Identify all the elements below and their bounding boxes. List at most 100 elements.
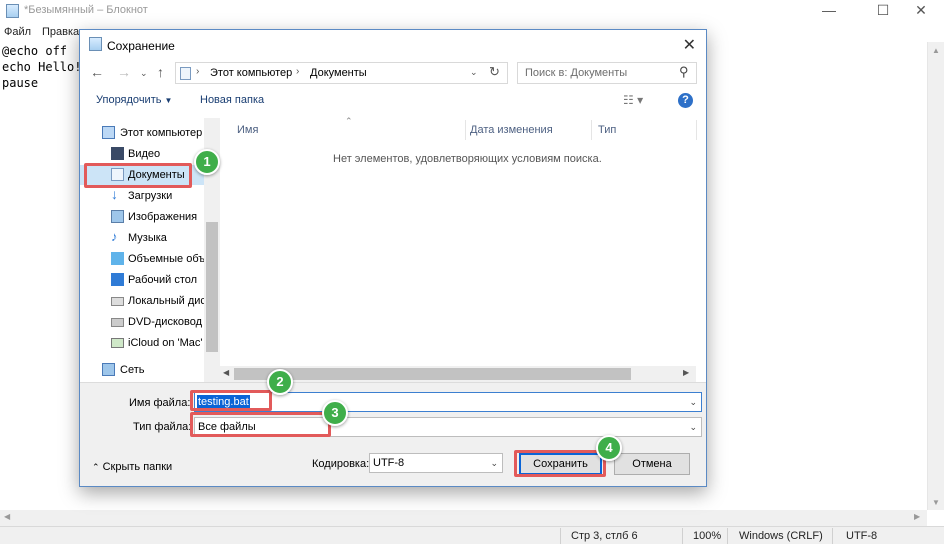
breadcrumb-documents[interactable]: Документы <box>310 67 367 79</box>
sidebar-item-dvd[interactable]: DVD-дисковод ( <box>80 312 204 332</box>
new-folder-button[interactable]: Новая папка <box>200 94 264 106</box>
sidebar-item-this-pc[interactable]: Этот компьютер <box>80 123 204 143</box>
encoding-select[interactable]: UTF-8 ⌄ <box>369 453 503 473</box>
scroll-left-icon[interactable]: ◀ <box>223 368 229 377</box>
chevron-down-icon: ⌄ <box>490 458 498 468</box>
forward-arrow-icon[interactable]: → <box>117 64 131 80</box>
scroll-left-icon[interactable]: ◀ <box>4 512 10 521</box>
column-name[interactable]: Имя <box>237 124 258 136</box>
callout-badge-3: 3 <box>322 400 348 426</box>
status-divider <box>682 528 683 544</box>
sort-ascending-icon: ⌃ <box>345 116 353 126</box>
chevron-down-icon: ⌄ <box>689 422 697 432</box>
sidebar-item-images[interactable]: Изображения <box>80 207 204 227</box>
help-icon[interactable]: ? <box>678 93 693 108</box>
sidebar-item-label: Этот компьютер <box>120 127 203 139</box>
search-input[interactable]: Поиск в: Документы ⚲ <box>517 62 697 84</box>
scrollbar-thumb[interactable] <box>234 368 631 380</box>
document-icon <box>180 67 191 80</box>
computer-icon <box>102 126 115 139</box>
text-line: pause <box>2 76 39 90</box>
sidebar-item-local-disk[interactable]: Локальный дис <box>80 291 204 311</box>
refresh-icon[interactable]: ↻ <box>489 64 500 80</box>
column-divider[interactable] <box>465 120 466 140</box>
status-divider <box>560 528 561 544</box>
sidebar-item-label: Загрузки <box>128 190 173 202</box>
notepad-title-bar: *Безымянный – Блокнот — ☐ ✕ <box>0 0 944 22</box>
status-encoding: UTF-8 <box>846 530 878 542</box>
chevron-down-icon[interactable]: ⌄ <box>689 397 697 408</box>
recent-locations-chevron-icon[interactable]: ⌄ <box>140 68 148 79</box>
sidebar-item-label: Музыка <box>128 232 167 244</box>
encoding-value: UTF-8 <box>373 457 405 469</box>
menu-edit[interactable]: Правка <box>42 26 79 38</box>
chevron-down-icon: ▼ <box>164 96 173 105</box>
cancel-button[interactable]: Отмена <box>614 453 690 475</box>
filetype-label: Тип файла: <box>133 421 192 433</box>
dialog-toolbar: Упорядочить ▼ Новая папка ☷ ▾ ? <box>80 88 706 114</box>
sidebar-item-network[interactable]: Сеть <box>80 360 204 380</box>
video-icon <box>111 147 124 160</box>
notepad-horizontal-scrollbar[interactable]: ◀ ▶ <box>0 510 927 526</box>
filename-label: Имя файла: <box>129 397 191 409</box>
hide-folders-button[interactable]: ⌃ Скрыть папки <box>92 461 172 473</box>
search-placeholder: Поиск в: Документы <box>525 67 628 79</box>
sidebar-item-label: Видео <box>128 148 161 160</box>
scroll-down-icon[interactable]: ▼ <box>932 498 940 507</box>
column-divider[interactable] <box>591 120 592 140</box>
sidebar-item-label: DVD-дисковод ( <box>128 316 204 328</box>
status-line-ending: Windows (CRLF) <box>739 530 823 542</box>
file-list: ⌃ Имя Дата изменения Тип Нет элементов, … <box>220 116 706 382</box>
highlight-filetype <box>190 412 331 437</box>
column-date-modified[interactable]: Дата изменения <box>470 124 553 136</box>
up-arrow-icon[interactable]: ↑ <box>157 64 164 80</box>
sidebar-item-icloud[interactable]: iCloud on 'Mac' <box>80 333 204 353</box>
sidebar-item-video[interactable]: Видео <box>80 144 204 164</box>
network-icon <box>102 363 115 376</box>
text-line: @echo off <box>2 44 68 58</box>
notepad-status-bar: Стр 3, стлб 6 100% Windows (CRLF) UTF-8 <box>0 526 944 544</box>
cube-icon <box>111 252 124 265</box>
callout-badge-2: 2 <box>267 369 293 395</box>
close-window-button[interactable]: ✕ <box>898 0 944 22</box>
notepad-vertical-scrollbar[interactable]: ▲ ▼ <box>927 42 944 510</box>
sidebar-item-desktop[interactable]: Рабочий стол <box>80 270 204 290</box>
column-type[interactable]: Тип <box>598 124 616 136</box>
sidebar-item-music[interactable]: ♪ Музыка <box>80 228 204 248</box>
notepad-icon <box>89 37 102 51</box>
scroll-right-icon[interactable]: ▶ <box>914 512 920 521</box>
image-icon <box>111 210 124 223</box>
minimize-button[interactable]: — <box>806 0 852 22</box>
callout-badge-1: 1 <box>194 149 220 175</box>
dialog-title: Сохранение <box>107 39 175 53</box>
view-options-icon[interactable]: ☷ ▾ <box>623 93 643 107</box>
dialog-close-button[interactable]: ✕ <box>683 35 696 55</box>
notepad-text-area[interactable]: @echo off echo Hello! pause <box>2 43 81 91</box>
scrollbar-thumb[interactable] <box>206 222 218 352</box>
chevron-down-icon[interactable]: ⌄ <box>470 67 478 78</box>
sidebar-item-label: Объемные объ <box>128 253 204 265</box>
sidebar-item-label: iCloud on 'Mac' <box>128 337 203 349</box>
dialog-title-bar: Сохранение ✕ <box>80 30 706 60</box>
organize-button[interactable]: Упорядочить ▼ <box>96 94 172 106</box>
status-zoom: 100% <box>693 530 722 542</box>
music-icon: ♪ <box>111 229 118 244</box>
callout-badge-4: 4 <box>596 435 622 461</box>
column-divider[interactable] <box>696 120 697 140</box>
highlight-documents <box>84 163 192 188</box>
scroll-right-icon[interactable]: ▶ <box>683 368 689 377</box>
sidebar-item-label: Рабочий стол <box>128 274 198 286</box>
address-bar[interactable]: › Этот компьютер › Документы ⌄ ↻ <box>175 62 508 84</box>
dvd-icon <box>111 318 124 327</box>
highlight-filename <box>190 390 272 411</box>
sidebar-item-3d-objects[interactable]: Объемные объ <box>80 249 204 269</box>
sidebar-item-downloads[interactable]: ↓ Загрузки <box>80 186 204 206</box>
highlight-save-button <box>514 450 606 477</box>
back-arrow-icon[interactable]: ← <box>90 64 104 80</box>
encoding-label: Кодировка: <box>312 458 370 470</box>
scroll-up-icon[interactable]: ▲ <box>932 46 940 55</box>
organize-label: Упорядочить <box>96 94 162 106</box>
breadcrumb-this-pc[interactable]: Этот компьютер <box>210 67 292 79</box>
empty-results-message: Нет элементов, удовлетворяющих условиям … <box>333 153 602 165</box>
menu-file[interactable]: Файл <box>4 26 31 38</box>
